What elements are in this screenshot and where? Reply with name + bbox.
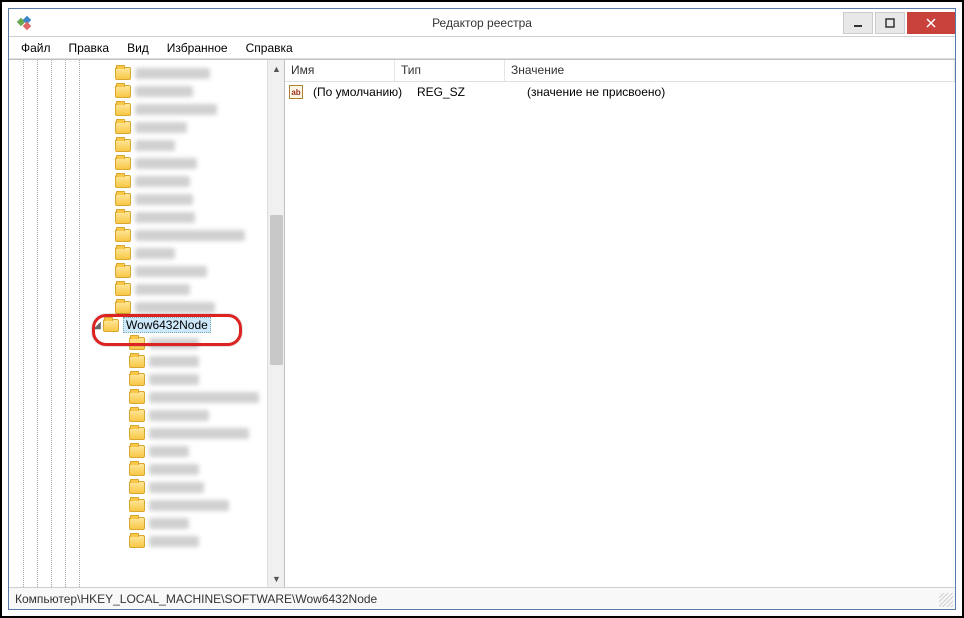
menu-view[interactable]: Вид <box>119 39 157 57</box>
folder-icon <box>115 265 131 278</box>
column-header-value[interactable]: Значение <box>505 60 955 81</box>
folder-icon <box>115 247 131 260</box>
registry-editor-window: Редактор реестра Файл Правка Вид Избранн… <box>8 8 956 610</box>
folder-icon <box>115 193 131 206</box>
folder-icon <box>115 175 131 188</box>
folder-icon <box>129 481 145 494</box>
tree-item-selected[interactable]: ◢ Wow6432Node <box>13 316 284 334</box>
folder-icon <box>129 427 145 440</box>
tree-item[interactable] <box>13 370 284 388</box>
column-header-name[interactable]: Имя <box>285 60 395 81</box>
tree-item[interactable] <box>13 208 284 226</box>
tree-item[interactable] <box>13 406 284 424</box>
tree-item[interactable] <box>13 496 284 514</box>
window-title: Редактор реестра <box>432 16 532 30</box>
tree-item[interactable] <box>13 532 284 550</box>
title-bar[interactable]: Редактор реестра <box>9 9 955 37</box>
folder-icon <box>103 319 119 332</box>
tree-item[interactable] <box>13 172 284 190</box>
folder-icon <box>115 85 131 98</box>
tree-item[interactable] <box>13 100 284 118</box>
menu-help[interactable]: Справка <box>238 39 301 57</box>
tree-item-label: Wow6432Node <box>123 317 211 333</box>
list-header: Имя Тип Значение <box>285 60 955 82</box>
scroll-thumb[interactable] <box>270 215 283 365</box>
folder-icon <box>115 301 131 314</box>
status-path: Компьютер\HKEY_LOCAL_MACHINE\SOFTWARE\Wo… <box>15 592 377 606</box>
tree-item[interactable] <box>13 352 284 370</box>
close-button[interactable] <box>907 12 955 34</box>
app-icon <box>15 13 35 33</box>
tree-item[interactable] <box>13 478 284 496</box>
folder-icon <box>129 499 145 512</box>
tree-item[interactable] <box>13 334 284 352</box>
folder-icon <box>129 373 145 386</box>
status-bar: Компьютер\HKEY_LOCAL_MACHINE\SOFTWARE\Wo… <box>9 587 955 609</box>
folder-icon <box>129 337 145 350</box>
tree-item[interactable] <box>13 442 284 460</box>
tree-item[interactable] <box>13 136 284 154</box>
folder-icon <box>115 229 131 242</box>
value-name: (По умолчанию) <box>307 85 411 99</box>
folder-icon <box>115 67 131 80</box>
folder-icon <box>129 445 145 458</box>
menu-bar: Файл Правка Вид Избранное Справка <box>9 37 955 59</box>
folder-icon <box>115 157 131 170</box>
tree-item[interactable] <box>13 154 284 172</box>
scroll-up-button[interactable]: ▲ <box>268 60 285 77</box>
tree-item[interactable] <box>13 226 284 244</box>
resize-grip[interactable] <box>939 593 953 607</box>
folder-icon <box>129 355 145 368</box>
tree-item[interactable] <box>13 298 284 316</box>
folder-icon <box>129 409 145 422</box>
window-controls <box>843 12 955 34</box>
folder-icon <box>129 535 145 548</box>
tree-item[interactable] <box>13 118 284 136</box>
tree-item[interactable] <box>13 82 284 100</box>
tree-item[interactable] <box>13 280 284 298</box>
folder-icon <box>129 463 145 476</box>
content-area: ◢ Wow6432Node ▲ ▼ Имя Тип Значение ab (По… <box>9 59 955 587</box>
tree-item[interactable] <box>13 424 284 442</box>
list-row[interactable]: ab (По умолчанию) REG_SZ (значение не пр… <box>285 82 955 102</box>
maximize-button[interactable] <box>875 12 905 34</box>
folder-icon <box>115 139 131 152</box>
folder-icon <box>115 283 131 296</box>
folder-icon <box>115 103 131 116</box>
folder-icon <box>129 517 145 530</box>
folder-icon <box>115 211 131 224</box>
folder-icon <box>129 391 145 404</box>
collapse-icon[interactable]: ◢ <box>91 320 103 331</box>
list-pane: Имя Тип Значение ab (По умолчанию) REG_S… <box>285 60 955 587</box>
scroll-down-button[interactable]: ▼ <box>268 570 285 587</box>
menu-favorites[interactable]: Избранное <box>159 39 236 57</box>
value-type: REG_SZ <box>411 85 521 99</box>
list-body[interactable]: ab (По умолчанию) REG_SZ (значение не пр… <box>285 82 955 587</box>
tree-pane[interactable]: ◢ Wow6432Node ▲ ▼ <box>9 60 285 587</box>
tree-item[interactable] <box>13 262 284 280</box>
menu-edit[interactable]: Правка <box>61 39 118 57</box>
tree-item[interactable] <box>13 460 284 478</box>
tree-item[interactable] <box>13 244 284 262</box>
menu-file[interactable]: Файл <box>13 39 59 57</box>
column-header-type[interactable]: Тип <box>395 60 505 81</box>
tree-item[interactable] <box>13 514 284 532</box>
tree-item[interactable] <box>13 64 284 82</box>
folder-icon <box>115 121 131 134</box>
tree-item[interactable] <box>13 388 284 406</box>
tree-item[interactable] <box>13 190 284 208</box>
minimize-button[interactable] <box>843 12 873 34</box>
string-value-icon: ab <box>289 85 303 99</box>
value-data: (значение не присвоено) <box>521 85 955 99</box>
tree-scrollbar[interactable]: ▲ ▼ <box>267 60 284 587</box>
